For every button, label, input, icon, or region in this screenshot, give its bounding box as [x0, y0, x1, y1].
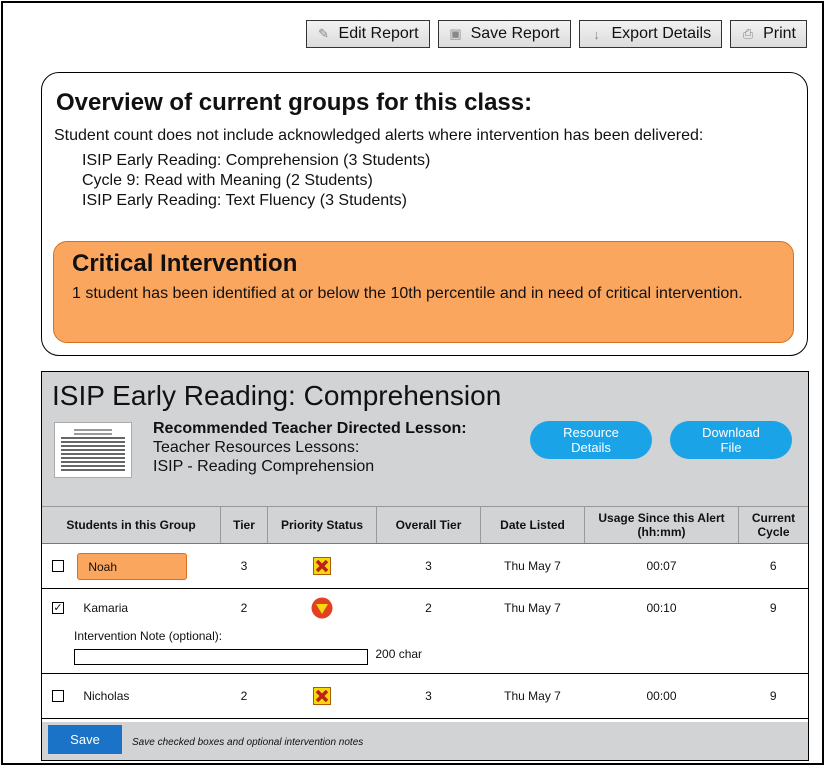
table-row: Noah 3 3 Thu May 7 00:07 6	[42, 544, 808, 589]
group-list-item: ISIP Early Reading: Comprehension (3 Stu…	[82, 152, 431, 169]
col-header: Current Cycle	[738, 507, 808, 544]
edit-report-button[interactable]: ✎ Edit Report	[305, 20, 430, 48]
tier-cell: 3	[240, 559, 248, 573]
char-limit-label: 200 char	[375, 647, 423, 661]
date-cell: Thu May 7	[504, 601, 561, 615]
student-checkbox[interactable]	[52, 690, 64, 703]
group-list: ISIP Early Reading: Comprehension (3 Stu…	[82, 151, 795, 211]
date-cell: Thu May 7	[504, 559, 561, 573]
x-icon	[313, 557, 331, 575]
lesson-heading: Recommended Teacher Directed Lesson:	[153, 420, 467, 437]
save-hint: Save checked boxes and optional interven…	[132, 737, 364, 748]
usage-cell: 00:10	[646, 601, 677, 615]
group-header: ISIP Early Reading: Comprehension Recomm…	[42, 372, 808, 507]
save-button[interactable]: Save	[48, 725, 122, 754]
critical-intervention-box: Critical Intervention 1 student has been…	[53, 241, 794, 343]
usage-cell: 00:00	[646, 689, 677, 703]
date-cell: Thu May 7	[504, 689, 561, 703]
group-list-item: Cycle 9: Read with Meaning (2 Students)	[82, 172, 373, 189]
cycle-cell: 9	[769, 601, 777, 615]
col-header: Usage Since this Alert (hh:mm)	[584, 507, 739, 544]
save-report-label: Save Report	[470, 25, 560, 42]
save-report-button[interactable]: ▣ Save Report	[437, 20, 571, 48]
lesson-thumbnail	[54, 422, 132, 478]
export-details-label: Export Details	[611, 25, 712, 42]
overall-tier-cell: 3	[425, 559, 432, 573]
student-name[interactable]: Noah	[77, 552, 188, 580]
lesson-line-1: Teacher Resources Lessons:	[153, 439, 360, 456]
critical-text: 1 student has been identified at or belo…	[72, 285, 743, 302]
col-header: Priority Status	[267, 507, 377, 544]
tier-cell: 2	[240, 689, 248, 703]
students-table: Students in this Group Tier Priority Sta…	[42, 507, 808, 719]
report-toolbar: ✎ Edit Report ▣ Save Report ↓ Export Det…	[305, 20, 807, 48]
group-list-item: ISIP Early Reading: Text Fluency (3 Stud…	[82, 192, 407, 209]
group-panel: ISIP Early Reading: Comprehension Recomm…	[41, 371, 809, 761]
table-row: Nicholas 2 3 Thu May 7 00:00 9	[42, 674, 808, 719]
intervention-note-input[interactable]	[74, 649, 368, 665]
disk-icon: ▣	[449, 26, 462, 41]
cycle-cell: 9	[769, 689, 777, 703]
print-label: Print	[763, 25, 796, 42]
print-button[interactable]: ⎙ Print	[730, 20, 807, 48]
overview-subtitle: Student count does not include acknowled…	[54, 127, 704, 144]
overview-panel: Overview of current groups for this clas…	[41, 72, 808, 356]
download-file-button[interactable]: Download File	[670, 421, 792, 459]
lesson-info: Recommended Teacher Directed Lesson: Tea…	[153, 419, 467, 476]
usage-cell: 00:07	[646, 559, 677, 573]
student-checkbox-checked[interactable]: ✓	[52, 602, 64, 615]
resource-details-button[interactable]: Resource Details	[530, 421, 652, 459]
student-name[interactable]: Nicholas	[83, 689, 129, 703]
down-triangle-icon	[311, 597, 333, 619]
group-footer: Save Save checked boxes and optional int…	[42, 722, 808, 760]
overall-tier-cell: 2	[425, 601, 432, 615]
x-icon	[313, 687, 331, 705]
student-name[interactable]: Kamaria	[83, 601, 128, 615]
cycle-cell: 6	[769, 559, 777, 573]
col-header: Date Listed	[480, 507, 585, 544]
overall-tier-cell: 3	[425, 689, 432, 703]
lesson-line-2: ISIP - Reading Comprehension	[153, 458, 375, 475]
group-title: ISIP Early Reading: Comprehension	[52, 380, 502, 411]
pencil-icon: ✎	[318, 26, 329, 41]
export-details-button[interactable]: ↓ Export Details	[578, 20, 723, 48]
student-checkbox[interactable]	[52, 560, 64, 572]
col-header: Overall Tier	[376, 507, 481, 544]
col-header: Tier	[220, 507, 268, 544]
edit-report-label: Edit Report	[338, 25, 419, 42]
overview-title: Overview of current groups for this clas…	[56, 89, 533, 116]
printer-icon: ⎙	[742, 26, 754, 41]
arrow-down-icon: ↓	[593, 26, 600, 42]
tier-cell: 2	[240, 601, 248, 615]
col-header: Students in this Group	[42, 507, 221, 544]
table-row: ✓ Kamaria 2 2 Thu May 7 00:10 9	[42, 589, 808, 628]
intervention-note-label: Intervention Note (optional):	[74, 629, 223, 643]
intervention-note-row: Intervention Note (optional): 200 char	[42, 627, 808, 674]
critical-title: Critical Intervention	[72, 250, 298, 277]
